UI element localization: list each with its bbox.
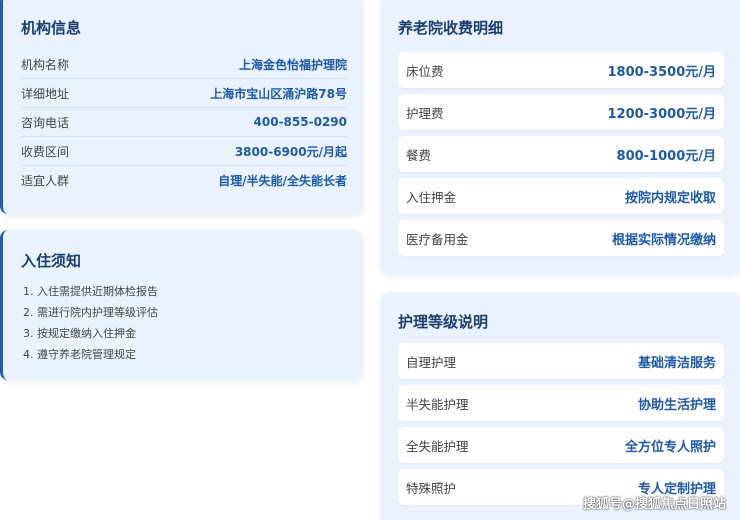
care-label: 自理护理 <box>406 354 457 370</box>
care-value: 基础清洁服务 <box>637 355 716 371</box>
info-label: 收费区间 <box>21 144 70 159</box>
info-row-target-group: 适宜人群 自理/半失能/全失能长者 <box>21 166 347 195</box>
info-label: 适宜人群 <box>21 174 70 188</box>
care-label: 全失能护理 <box>406 438 469 454</box>
fee-label: 医疗备用金 <box>406 231 469 247</box>
fee-label: 餐费 <box>406 147 432 163</box>
info-label: 机构名称 <box>21 57 70 72</box>
fee-details-title: 养老院收费明细 <box>398 19 504 37</box>
info-label: 咨询电话 <box>21 115 70 130</box>
fee-details-card: 养老院收费明细 床位费 1800-3500元/月 护理费 1200-3000元/… <box>381 0 740 274</box>
fee-value: 1800-3500元/月 <box>607 64 716 80</box>
info-value[interactable]: 400-855-0290 <box>254 115 347 129</box>
notice-item: 4. 遵守养老院管理规定 <box>23 348 136 361</box>
care-row-fully-disabled: 全失能护理 全方位专人照护 <box>398 427 724 463</box>
info-row-fee-range: 收费区间 3800-6900元/月起 <box>21 137 347 166</box>
info-value: 自理/半失能/全失能长者 <box>218 174 347 188</box>
fee-label: 护理费 <box>406 105 444 121</box>
care-label: 特殊照护 <box>406 480 457 496</box>
fee-row-medical-reserve: 医疗备用金 根据实际情况缴纳 <box>398 220 724 256</box>
fee-label: 入住押金 <box>406 189 457 205</box>
fee-label: 床位费 <box>406 63 444 79</box>
care-value: 协助生活护理 <box>637 397 716 413</box>
info-row-phone: 咨询电话 400-855-0290 <box>21 108 347 137</box>
watermark: 搜狐号@搜狐焦点日照站 <box>582 497 726 512</box>
info-value: 3800-6900元/月起 <box>234 144 347 159</box>
notice-item: 3. 按规定缴纳入住押金 <box>23 327 136 340</box>
info-row-address: 详细地址 上海市宝山区涌沪路78号 <box>21 79 347 108</box>
info-value: 上海金色怡福护理院 <box>238 57 347 72</box>
fee-value: 1200-3000元/月 <box>607 106 716 122</box>
fee-row-meals: 餐费 800-1000元/月 <box>398 136 724 172</box>
care-value: 全方位专人照护 <box>624 439 716 455</box>
care-row-semi-disabled: 半失能护理 协助生活护理 <box>398 385 724 421</box>
institution-info-card: 机构信息 机构名称 上海金色怡福护理院 详细地址 上海市宝山区涌沪路78号 咨询… <box>0 0 363 214</box>
fee-row-deposit: 入住押金 按院内规定收取 <box>398 178 724 214</box>
care-levels-title: 护理等级说明 <box>398 313 489 331</box>
care-levels-card: 护理等级说明 自理护理 基础清洁服务 半失能护理 协助生活护理 全失能护理 全方… <box>381 292 740 520</box>
notice-item: 1. 入住需提供近期体检报告 <box>23 285 158 298</box>
notice-item: 2. 需进行院内护理等级评估 <box>23 306 158 319</box>
info-label: 详细地址 <box>21 86 70 101</box>
care-label: 半失能护理 <box>406 396 469 412</box>
admission-notice-card: 入住须知 1. 入住需提供近期体检报告 2. 需进行院内护理等级评估 3. 按规… <box>0 230 363 380</box>
info-value: 上海市宝山区涌沪路78号 <box>210 86 347 101</box>
admission-notice-title: 入住须知 <box>21 252 82 270</box>
fee-value: 800-1000元/月 <box>616 148 716 164</box>
fee-value: 按院内规定收取 <box>624 190 716 206</box>
info-row-name: 机构名称 上海金色怡福护理院 <box>21 50 347 79</box>
institution-info-title: 机构信息 <box>21 19 82 37</box>
care-row-self: 自理护理 基础清洁服务 <box>398 343 724 379</box>
fee-value: 根据实际情况缴纳 <box>611 232 716 248</box>
fee-row-care: 护理费 1200-3000元/月 <box>398 94 724 130</box>
fee-row-bed: 床位费 1800-3500元/月 <box>398 52 724 88</box>
